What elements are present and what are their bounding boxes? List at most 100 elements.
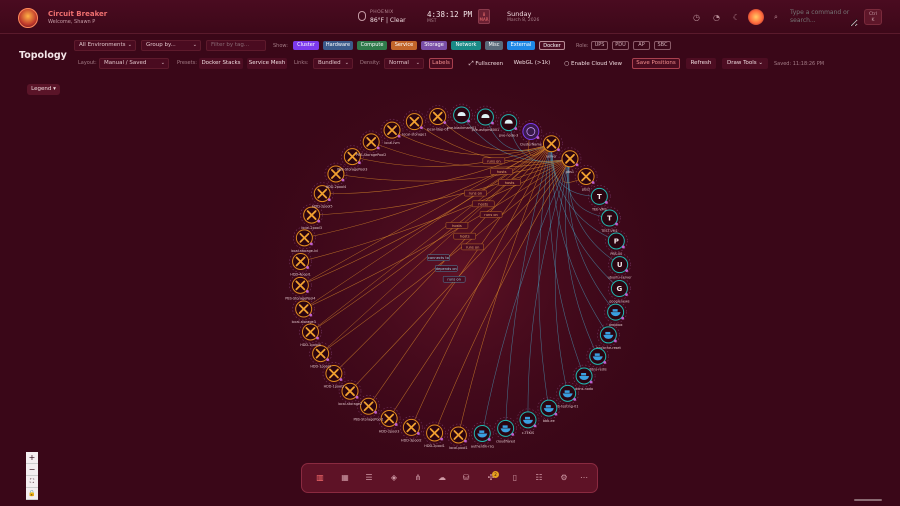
- topology-node[interactable]: pve-ashpm8001: [472, 105, 500, 132]
- dock-settings-icon[interactable]: ⚙: [558, 472, 570, 484]
- node-label: PBS-StoragePool4: [285, 296, 315, 300]
- dock-hardware-icon[interactable]: ▦: [339, 472, 351, 484]
- show-chip-service[interactable]: Service: [391, 41, 417, 50]
- topology-node[interactable]: TTEE-VMS: [588, 185, 611, 211]
- zoom-out-button[interactable]: −: [26, 464, 38, 476]
- topology-node[interactable]: HDD-1pool4: [299, 320, 322, 347]
- app-logo-icon[interactable]: [18, 8, 38, 28]
- history-icon[interactable]: ◷: [692, 13, 701, 22]
- topology-node[interactable]: local-storage3: [292, 297, 316, 324]
- horizontal-scrollbar[interactable]: [854, 499, 882, 501]
- topology-node[interactable]: Uubuntu-server: [608, 253, 633, 280]
- topology-node[interactable]: cloudflared: [494, 417, 517, 443]
- topology-node[interactable]: c-TEKIS: [516, 408, 540, 435]
- show-chip-hardware[interactable]: Hardware: [323, 41, 353, 50]
- density-label: Density:: [360, 60, 381, 66]
- dock-docs-icon[interactable]: ▯: [509, 472, 521, 484]
- topology-node[interactable]: PBS-StoragePool4: [285, 274, 315, 300]
- command-input[interactable]: [790, 9, 858, 27]
- role-chip-pdu[interactable]: PDU: [612, 41, 629, 50]
- dock-layers-icon[interactable]: ◈: [388, 472, 400, 484]
- topology-node[interactable]: local-lvm: [380, 118, 404, 145]
- topology-node[interactable]: HDD-2pool1: [423, 421, 446, 448]
- expand-icon: ⤢: [468, 60, 474, 67]
- topology-node[interactable]: local-ldap-01: [426, 105, 450, 132]
- topology-node[interactable]: server: [540, 132, 563, 159]
- avatar[interactable]: [748, 9, 764, 25]
- dock-storage-icon[interactable]: ⛁: [460, 472, 472, 484]
- tag-filter-input[interactable]: Filter by tag...: [206, 40, 266, 51]
- layout-select[interactable]: Manual / Saved ⌄: [99, 58, 169, 69]
- draw-tools-button[interactable]: Draw Tools ⌄: [722, 58, 768, 69]
- show-chip-compute[interactable]: Compute: [357, 41, 387, 50]
- graph-edge: [349, 158, 571, 392]
- topology-node[interactable]: local-pool1: [447, 423, 470, 450]
- preset-service-mesh-button[interactable]: Service Mesh: [247, 58, 287, 69]
- topology-node[interactable]: pve-blackmark01: [447, 103, 477, 130]
- topology-node[interactable]: pbs2: [574, 165, 598, 191]
- dock-topology-icon[interactable]: ▥: [314, 472, 326, 484]
- topology-node[interactable]: PBS-StoragePool1: [353, 394, 384, 421]
- group-by-select[interactable]: Group by... ⌄: [141, 40, 201, 51]
- cloud-view-button[interactable]: ○ Enable Cloud View: [562, 58, 624, 69]
- topology-node[interactable]: local-storage1: [402, 110, 426, 137]
- show-chip-misc[interactable]: Misc: [485, 41, 503, 50]
- role-chip-sbc[interactable]: SBC: [654, 41, 671, 50]
- topology-node[interactable]: PBS-StoragePool2: [356, 130, 386, 157]
- topology-node[interactable]: ClusterName: [519, 120, 543, 147]
- draw-tools-label: Draw Tools: [726, 60, 757, 66]
- dock-cloud-icon[interactable]: ☁: [436, 472, 448, 484]
- graph-edge: [304, 143, 552, 239]
- topology-graph[interactable]: runs on hosts hosts runs on hosts runs on host…: [0, 0, 900, 506]
- topology-node[interactable]: lancache-reset: [596, 323, 622, 350]
- fullscreen-button[interactable]: ⤢ Fullscreen: [466, 58, 506, 69]
- show-chip-docker[interactable]: Docker: [539, 41, 565, 50]
- legend-button[interactable]: Legend ▾: [27, 84, 60, 95]
- webgl-button[interactable]: WebGL (>1k): [512, 58, 552, 69]
- role-chip-ups[interactable]: UPS: [591, 41, 608, 50]
- node-status-dot: [491, 121, 494, 125]
- save-positions-button[interactable]: Save Positions: [632, 58, 680, 69]
- topology-node[interactable]: authentik-rsq: [471, 422, 494, 448]
- topology-node[interactable]: bbb-ee: [537, 396, 561, 423]
- show-chip-network[interactable]: Network: [451, 41, 481, 50]
- topology-node[interactable]: P PBS-00: [605, 229, 628, 256]
- edge-label-box: [453, 232, 476, 240]
- cloud-view-label: Enable Cloud View: [571, 61, 622, 67]
- weather-city: PHOENIX: [370, 10, 394, 15]
- topology-node[interactable]: PBS-StoragePool3: [337, 145, 367, 172]
- environment-select[interactable]: All Environments ⌄: [74, 40, 136, 51]
- links-select[interactable]: Bundled ⌄: [313, 58, 353, 69]
- topology-node[interactable]: HDD-4pool1: [289, 250, 312, 276]
- labels-toggle-button[interactable]: Labels: [429, 58, 453, 69]
- preset-docker-stacks-button[interactable]: Docker Stacks: [199, 58, 243, 69]
- edge-label-box: [427, 254, 450, 261]
- show-chip-cluster[interactable]: Cluster: [293, 41, 319, 50]
- shortcut-badge: Ctrl K: [864, 9, 882, 25]
- topology-node[interactable]: HDD-3pool2: [400, 416, 423, 442]
- zoom-in-button[interactable]: +: [26, 452, 38, 464]
- dock-network-icon[interactable]: ⋔: [412, 472, 424, 484]
- dock-more-icon[interactable]: ⋯: [578, 472, 590, 484]
- topology-node[interactable]: dropbox: [604, 300, 627, 327]
- node-label: HDD-1pool3: [310, 365, 331, 369]
- fit-view-button[interactable]: ⛶: [26, 476, 38, 488]
- show-chip-external[interactable]: External: [507, 41, 535, 50]
- graph-edge: [300, 143, 552, 286]
- topology-node[interactable]: pbs1: [558, 147, 582, 174]
- node-status-dot: [603, 360, 607, 364]
- role-chip-ap[interactable]: AP: [633, 41, 650, 50]
- refresh-button[interactable]: Refresh: [686, 58, 716, 69]
- dock-logs-icon[interactable]: ☷: [533, 472, 545, 484]
- topology-node[interactable]: Ggooglenews: [608, 277, 631, 304]
- node-label: bbb-ee: [543, 419, 555, 423]
- moon-icon[interactable]: ☾: [732, 13, 741, 22]
- date-text: March 8, 2026: [507, 18, 540, 23]
- topology-node[interactable]: pve-node-3: [497, 111, 520, 138]
- gauge-icon[interactable]: ◔: [712, 13, 721, 22]
- dock-servers-icon[interactable]: ☰: [363, 472, 375, 484]
- show-chip-storage[interactable]: Storage: [421, 41, 447, 50]
- density-select[interactable]: Normal ⌄: [384, 58, 424, 69]
- lock-button[interactable]: 🔒: [26, 488, 38, 500]
- topology-node[interactable]: local-storage-lvl: [291, 226, 318, 253]
